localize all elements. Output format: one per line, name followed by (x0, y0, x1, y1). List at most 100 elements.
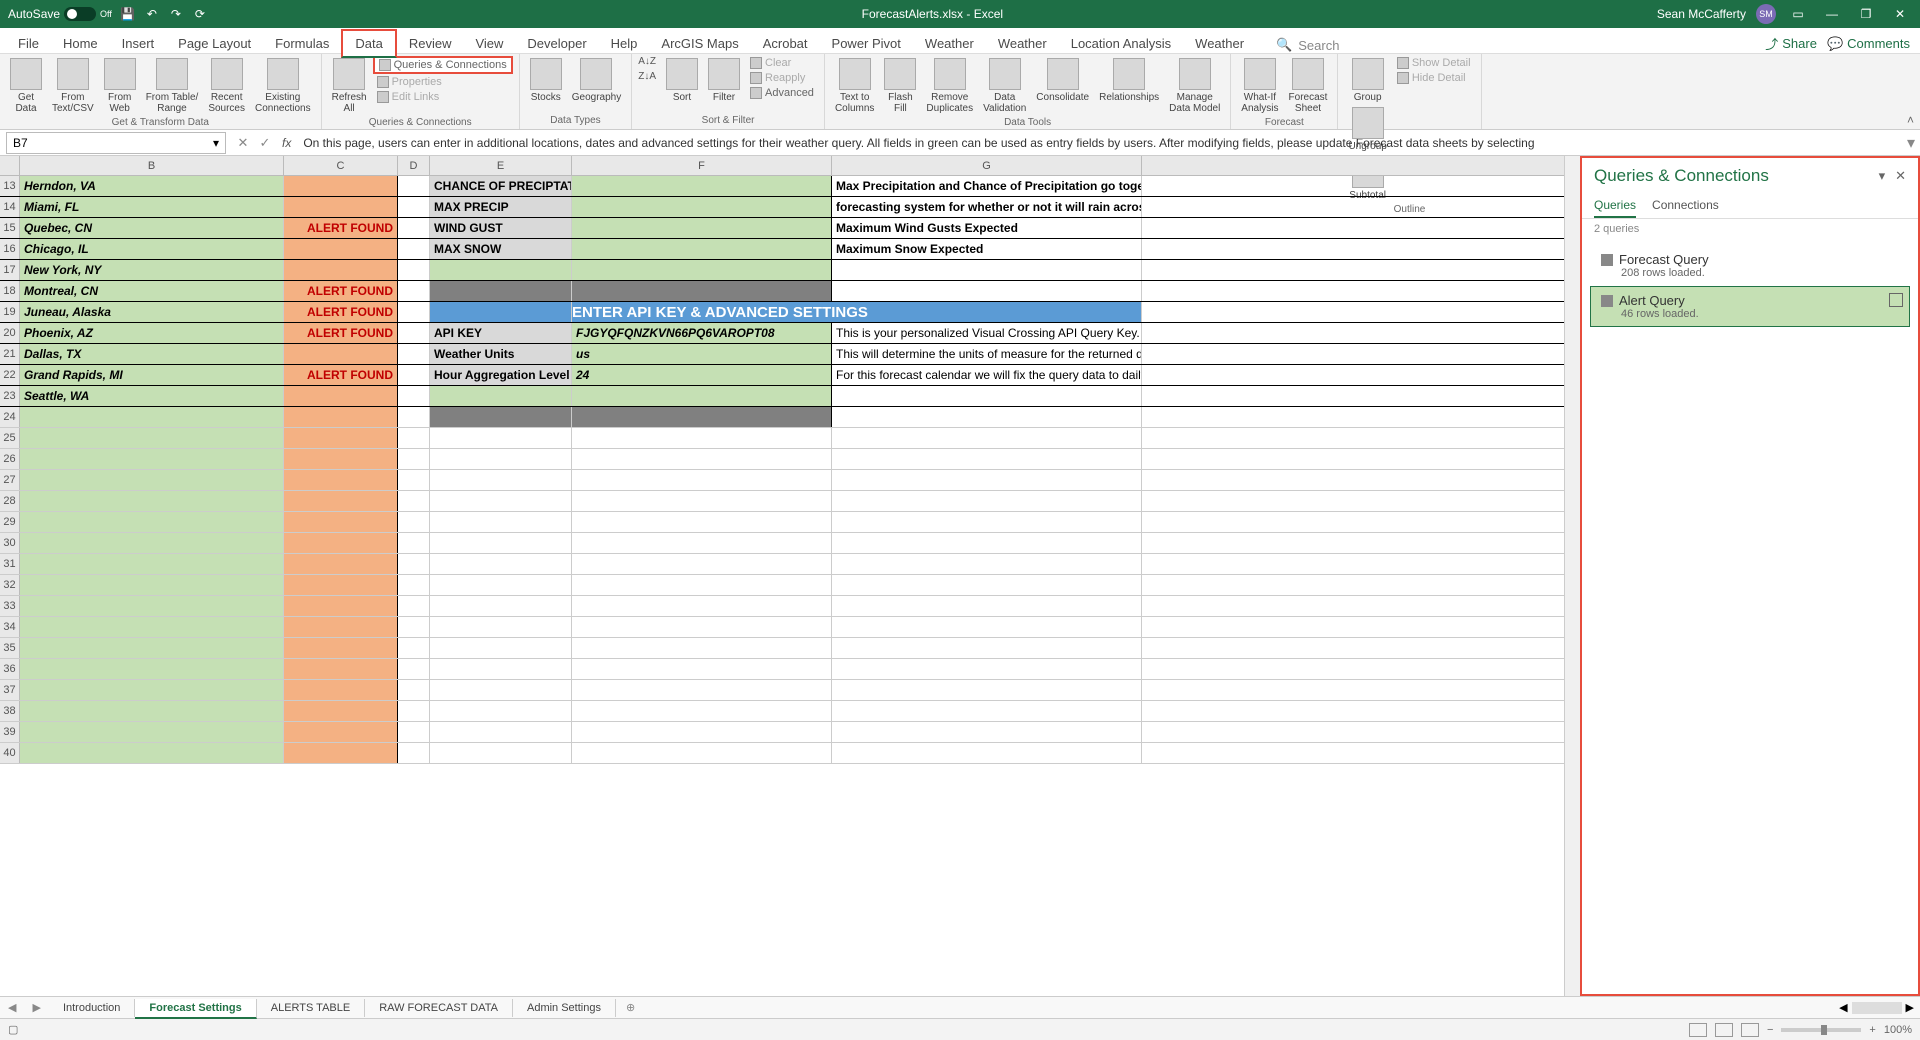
cell[interactable] (398, 533, 430, 553)
cell[interactable] (572, 617, 832, 637)
zoom-out-button[interactable]: − (1767, 1024, 1773, 1036)
autosave-toggle[interactable]: AutoSave Off (8, 7, 112, 21)
minimize-icon[interactable]: — (1820, 4, 1844, 24)
alert-status[interactable] (284, 596, 398, 616)
row-header[interactable]: 30 (0, 533, 20, 553)
location-name[interactable]: Seattle, WA (20, 386, 284, 406)
cell[interactable] (832, 554, 1142, 574)
cell[interactable] (832, 260, 1142, 280)
cell[interactable] (398, 512, 430, 532)
ribbon-display-icon[interactable]: ▭ (1786, 4, 1810, 24)
row-header[interactable]: 34 (0, 617, 20, 637)
ribbon-tab-view[interactable]: View (463, 31, 515, 56)
cell[interactable] (572, 533, 832, 553)
setting-desc[interactable]: Maximum Snow Expected (832, 239, 1142, 259)
alert-status[interactable] (284, 575, 398, 595)
alert-status[interactable] (284, 701, 398, 721)
ribbon-tab-arcgis-maps[interactable]: ArcGIS Maps (649, 31, 750, 56)
row-header[interactable]: 19 (0, 302, 20, 322)
setting-value[interactable] (572, 176, 832, 196)
location-name[interactable] (20, 554, 284, 574)
location-name[interactable] (20, 722, 284, 742)
alert-status[interactable] (284, 344, 398, 364)
query-item[interactable]: Forecast Query208 rows loaded. (1590, 245, 1910, 286)
outline-ungroup[interactable]: Ungroup (1344, 105, 1390, 154)
horizontal-scrollbar[interactable] (1852, 1002, 1902, 1014)
cell[interactable] (430, 302, 572, 322)
ribbon-tab-location-analysis[interactable]: Location Analysis (1059, 31, 1183, 56)
cell[interactable] (398, 596, 430, 616)
zoom-slider[interactable] (1781, 1028, 1861, 1032)
cell[interactable] (572, 722, 832, 742)
location-name[interactable] (20, 449, 284, 469)
sheet-tab-raw-forecast-data[interactable]: RAW FORECAST DATA (365, 999, 513, 1017)
page-break-view-icon[interactable] (1741, 1023, 1759, 1037)
cell[interactable] (398, 638, 430, 658)
cell[interactable] (430, 701, 572, 721)
cell[interactable] (430, 575, 572, 595)
row-header[interactable]: 37 (0, 680, 20, 700)
setting-value[interactable] (572, 239, 832, 259)
alert-status[interactable]: ALERT FOUND (284, 323, 398, 343)
setting-desc[interactable]: Maximum Wind Gusts Expected (832, 218, 1142, 238)
location-name[interactable]: Herndon, VA (20, 176, 284, 196)
cell[interactable] (572, 449, 832, 469)
cell[interactable] (832, 701, 1142, 721)
cell[interactable] (572, 407, 832, 427)
data-tool-consolidate[interactable]: Consolidate (1032, 56, 1093, 105)
api-desc[interactable]: For this forecast calendar we will fix t… (832, 365, 1142, 385)
row-header[interactable]: 16 (0, 239, 20, 259)
cell[interactable] (832, 386, 1142, 406)
alert-status[interactable] (284, 680, 398, 700)
row-header[interactable]: 18 (0, 281, 20, 301)
column-header-F[interactable]: F (572, 156, 832, 175)
cell[interactable] (398, 449, 430, 469)
cell[interactable] (430, 260, 572, 280)
row-header[interactable]: 22 (0, 365, 20, 385)
cell[interactable] (430, 386, 572, 406)
data-tool-flash-fill[interactable]: FlashFill (880, 56, 920, 116)
cell[interactable] (572, 512, 832, 532)
cell[interactable] (398, 491, 430, 511)
queries-tab[interactable]: Queries (1594, 194, 1636, 218)
chevron-down-icon[interactable]: ▾ (213, 136, 219, 150)
row-header[interactable]: 38 (0, 701, 20, 721)
data-tool-text-to-columns[interactable]: Text toColumns (831, 56, 878, 116)
row-header[interactable]: 31 (0, 554, 20, 574)
ribbon-tab-file[interactable]: File (6, 31, 51, 56)
peek-icon[interactable] (1889, 293, 1903, 307)
data-type-geography[interactable]: Geography (568, 56, 625, 105)
setting-label[interactable]: CHANCE OF PRECIPTATION (430, 176, 572, 196)
normal-view-icon[interactable] (1689, 1023, 1707, 1037)
select-all-corner[interactable] (0, 156, 20, 175)
get-data-recent-sources[interactable]: RecentSources (204, 56, 249, 116)
sheet-nav-next-icon[interactable]: ▶ (24, 1001, 48, 1014)
cell[interactable] (572, 638, 832, 658)
ribbon-tab-formulas[interactable]: Formulas (263, 31, 341, 56)
setting-label[interactable]: MAX PRECIP (430, 197, 572, 217)
ribbon-tab-page-layout[interactable]: Page Layout (166, 31, 263, 56)
row-header[interactable]: 26 (0, 449, 20, 469)
cell[interactable] (430, 491, 572, 511)
column-header-D[interactable]: D (398, 156, 430, 175)
close-icon[interactable]: ✕ (1888, 4, 1912, 24)
get-data-from-web[interactable]: FromWeb (100, 56, 140, 116)
api-label[interactable]: Hour Aggregation Level (430, 365, 572, 385)
column-header-G[interactable]: G (832, 156, 1142, 175)
api-value[interactable]: 24 (572, 365, 832, 385)
location-name[interactable] (20, 407, 284, 427)
alert-status[interactable] (284, 617, 398, 637)
cell[interactable] (398, 302, 430, 322)
alert-status[interactable] (284, 554, 398, 574)
cancel-formula-icon[interactable]: ✕ (232, 135, 254, 151)
location-name[interactable] (20, 470, 284, 490)
cell[interactable] (430, 533, 572, 553)
forecast-forecast-sheet[interactable]: ForecastSheet (1285, 56, 1332, 116)
row-header[interactable]: 15 (0, 218, 20, 238)
cell[interactable] (572, 428, 832, 448)
advanced-button[interactable]: Advanced (746, 86, 818, 100)
cell[interactable] (832, 680, 1142, 700)
cell[interactable] (398, 197, 430, 217)
api-value[interactable]: us (572, 344, 832, 364)
location-name[interactable]: Grand Rapids, MI (20, 365, 284, 385)
